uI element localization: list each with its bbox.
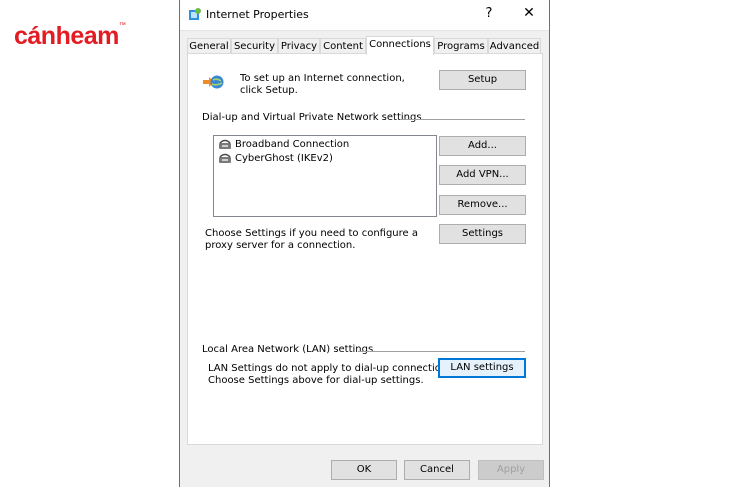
internet-properties-dialog: Internet Properties ? ✕ General Security…: [179, 0, 550, 487]
window-title: Internet Properties: [206, 8, 309, 21]
connection-name: Broadband Connection: [235, 139, 350, 150]
logo-trademark: ™: [118, 22, 126, 29]
setup-button[interactable]: Setup: [439, 70, 526, 90]
connection-name: CyberGhost (IKEv2): [235, 153, 333, 164]
connections-list[interactable]: Broadband Connection CyberGhost (IKEv2): [213, 135, 437, 217]
lan-description-line1: LAN Settings do not apply to dial-up con…: [208, 363, 456, 374]
dialup-heading: Dial-up and Virtual Private Network sett…: [202, 112, 422, 123]
dialup-divider: [400, 119, 525, 120]
tab-connections[interactable]: Connections: [366, 36, 434, 55]
phone-connection-icon: [219, 153, 231, 163]
settings-description: Choose Settings if you need to configure…: [205, 228, 418, 251]
settings-button[interactable]: Settings: [439, 224, 526, 244]
title-bar: Internet Properties ? ✕: [180, 0, 549, 31]
tab-privacy[interactable]: Privacy: [278, 38, 320, 54]
tab-advanced[interactable]: Advanced: [488, 38, 541, 54]
add-vpn-button[interactable]: Add VPN...: [439, 165, 526, 185]
tab-programs[interactable]: Programs: [434, 38, 488, 54]
logo-text: cánheam: [14, 22, 119, 50]
internet-properties-icon: [189, 8, 201, 20]
tab-general[interactable]: General: [187, 38, 231, 54]
list-item[interactable]: Broadband Connection: [218, 138, 349, 151]
list-item[interactable]: CyberGhost (IKEv2): [218, 152, 333, 165]
connections-panel: To set up an Internet connection, click …: [187, 53, 543, 445]
ok-button[interactable]: OK: [331, 460, 397, 480]
tab-content[interactable]: Content: [320, 38, 366, 54]
cancel-button[interactable]: Cancel: [404, 460, 470, 480]
close-button[interactable]: ✕: [521, 5, 537, 21]
remove-button[interactable]: Remove...: [439, 195, 526, 215]
help-button[interactable]: ?: [481, 6, 497, 21]
tab-security[interactable]: Security: [231, 38, 278, 54]
setup-description: To set up an Internet connection, click …: [240, 73, 405, 96]
phone-connection-icon: [219, 139, 231, 149]
add-button[interactable]: Add...: [439, 136, 526, 156]
lan-description-line2: Choose Settings above for dial-up settin…: [208, 375, 424, 386]
internet-setup-icon: [203, 75, 224, 89]
lan-divider: [358, 351, 525, 352]
apply-button[interactable]: Apply: [478, 460, 544, 480]
lan-settings-button[interactable]: LAN settings: [438, 358, 526, 378]
lan-heading: Local Area Network (LAN) settings: [202, 344, 374, 355]
site-logo: cánheam™: [14, 22, 126, 51]
